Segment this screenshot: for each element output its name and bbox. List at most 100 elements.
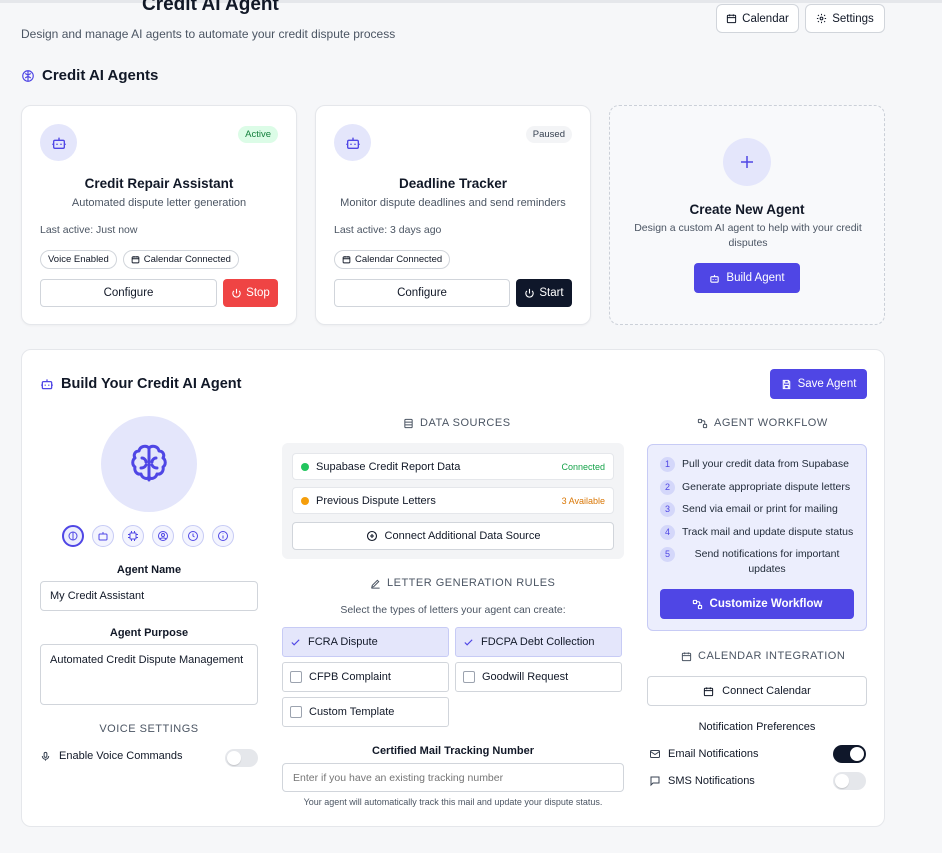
agent-name: Credit Repair Assistant xyxy=(84,176,234,191)
workflow-step: 5 Send notifications for important update… xyxy=(660,547,860,577)
create-agent-card[interactable]: Create New Agent Design a custom AI agen… xyxy=(609,105,885,325)
message-icon xyxy=(649,775,661,787)
calendar-button-label: Calendar xyxy=(742,12,789,25)
agent-builder-panel: Build Your Credit AI Agent Save Agent Ag… xyxy=(21,349,885,827)
rule-goodwill-request[interactable]: Goodwill Request xyxy=(455,662,622,692)
gear-icon xyxy=(816,13,827,24)
icon-option-user[interactable] xyxy=(152,525,174,547)
pencil-icon xyxy=(370,578,381,589)
calendar-integration-heading: CALENDAR INTEGRATION xyxy=(681,650,845,662)
start-button[interactable]: Start xyxy=(516,279,572,307)
customize-workflow-button[interactable]: Customize Workflow xyxy=(660,589,854,619)
check-icon xyxy=(290,637,301,648)
voice-commands-label: Enable Voice Commands xyxy=(59,750,183,762)
calendar-button[interactable]: Calendar xyxy=(716,4,799,33)
rule-custom-template[interactable]: Custom Template xyxy=(282,697,449,727)
voice-commands-toggle[interactable] xyxy=(225,749,258,767)
data-source-previous-letters[interactable]: Previous Dispute Letters 3 Available xyxy=(292,487,614,514)
bot-icon xyxy=(40,124,77,161)
page-subtitle: Design and manage AI agents to automate … xyxy=(21,27,396,41)
agent-purpose-label: Agent Purpose xyxy=(109,627,189,639)
workflow-step: 1 Pull your credit data from Supabase xyxy=(660,457,860,472)
user-circle-icon xyxy=(158,531,168,541)
agent-name-label: Agent Name xyxy=(116,564,182,576)
icon-picker xyxy=(62,525,234,547)
builder-title: Build Your Credit AI Agent xyxy=(61,376,242,392)
last-active: Last active: 3 days ago xyxy=(334,224,442,236)
status-dot xyxy=(301,462,309,471)
settings-button[interactable]: Settings xyxy=(805,4,885,33)
info-icon xyxy=(218,531,228,541)
email-notifications-toggle[interactable] xyxy=(833,745,866,763)
status-badge: Paused xyxy=(525,126,572,143)
letter-rules-heading: LETTER GENERATION RULES xyxy=(370,577,555,589)
agent-description: Monitor dispute deadlines and send remin… xyxy=(340,197,566,209)
agent-name-input[interactable]: My Credit Assistant xyxy=(40,581,258,611)
checkbox xyxy=(290,671,302,683)
workflow-step: 2 Generate appropriate dispute letters xyxy=(660,480,860,495)
workflow-heading: AGENT WORKFLOW xyxy=(697,417,828,429)
chip-calendar-connected: Calendar Connected xyxy=(122,250,239,269)
mail-icon xyxy=(649,748,661,760)
tracking-number-note: Your agent will automatically track this… xyxy=(303,797,603,807)
status-dot xyxy=(301,496,309,505)
icon-option-brain[interactable] xyxy=(62,525,84,547)
agent-avatar xyxy=(101,416,197,512)
voice-settings-heading: VOICE SETTINGS xyxy=(99,723,199,735)
checkbox xyxy=(463,671,475,683)
rule-fcra-dispute[interactable]: FCRA Dispute xyxy=(282,627,449,657)
plus-circle-icon xyxy=(366,530,378,542)
tracking-number-input[interactable] xyxy=(282,763,624,792)
workflow-icon xyxy=(692,599,703,610)
bot-icon xyxy=(98,532,108,541)
icon-option-clock[interactable] xyxy=(182,525,204,547)
power-icon xyxy=(231,288,242,299)
brain-icon xyxy=(125,440,173,488)
workflow-step: 4 Track mail and update dispute status xyxy=(660,525,860,540)
workflow-box: 1 Pull your credit data from Supabase 2 Ge… xyxy=(647,444,867,631)
icon-option-cpu[interactable] xyxy=(122,525,144,547)
calendar-icon xyxy=(703,686,714,697)
plus-icon xyxy=(723,138,771,186)
check-icon xyxy=(463,637,474,648)
brain-icon xyxy=(21,69,35,83)
data-source-status: 3 Available xyxy=(561,495,605,506)
agent-description: Automated dispute letter generation xyxy=(71,197,247,209)
stop-button[interactable]: Stop xyxy=(223,279,278,307)
tracking-number-label: Certified Mail Tracking Number xyxy=(372,745,534,757)
clock-icon xyxy=(188,531,198,541)
data-sources-box: Supabase Credit Report Data Connected Pr… xyxy=(282,443,624,559)
configure-button[interactable]: Configure xyxy=(40,279,217,307)
build-agent-button[interactable]: Build Agent xyxy=(694,263,800,293)
power-icon xyxy=(524,288,535,299)
chip-voice-enabled: Voice Enabled xyxy=(40,250,117,269)
checkbox xyxy=(290,706,302,718)
rule-fdcpa-debt-collection[interactable]: FDCPA Debt Collection xyxy=(455,627,622,657)
icon-option-info[interactable] xyxy=(212,525,234,547)
chip-calendar-connected: Calendar Connected xyxy=(334,250,451,269)
bot-icon xyxy=(40,377,54,391)
icon-option-bot[interactable] xyxy=(92,525,114,547)
workflow-step: 3 Send via email or print for mailing xyxy=(660,502,860,517)
builder-heading: Build Your Credit AI Agent xyxy=(40,376,241,392)
connect-calendar-button[interactable]: Connect Calendar xyxy=(647,676,867,706)
last-active: Last active: Just now xyxy=(40,224,138,236)
connect-data-source-button[interactable]: Connect Additional Data Source xyxy=(292,522,614,550)
data-source-status: Connected xyxy=(561,461,605,472)
status-badge: Active xyxy=(238,126,278,143)
notification-preferences-title: Notification Preferences xyxy=(698,721,816,733)
agent-purpose-textarea[interactable]: Automated Credit Dispute Management xyxy=(40,644,258,705)
rule-cfpb-complaint[interactable]: CFPB Complaint xyxy=(282,662,449,692)
agents-section-heading: Credit AI Agents xyxy=(21,67,158,84)
brain-icon xyxy=(68,531,78,541)
agent-card-credit-repair: Active Credit Repair Assistant Automated… xyxy=(21,105,297,325)
data-source-supabase[interactable]: Supabase Credit Report Data Connected xyxy=(292,453,614,480)
configure-button[interactable]: Configure xyxy=(334,279,510,307)
agents-section-title: Credit AI Agents xyxy=(42,67,159,84)
save-agent-button[interactable]: Save Agent xyxy=(770,369,867,399)
voice-commands-row: Enable Voice Commands xyxy=(40,750,183,762)
settings-button-label: Settings xyxy=(832,12,874,25)
workflow-icon xyxy=(697,418,708,429)
sms-notifications-toggle[interactable] xyxy=(833,772,866,790)
microphone-icon xyxy=(40,751,51,762)
